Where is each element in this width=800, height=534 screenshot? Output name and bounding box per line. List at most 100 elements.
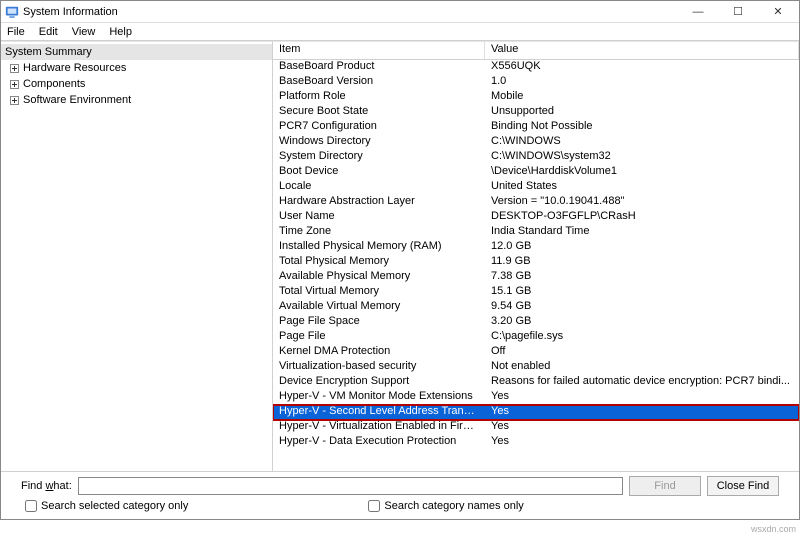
- cell-item: Available Virtual Memory: [273, 300, 485, 315]
- cell-item: Total Physical Memory: [273, 255, 485, 270]
- table-row[interactable]: Secure Boot StateUnsupported: [273, 105, 799, 120]
- table-row[interactable]: BaseBoard Version1.0: [273, 75, 799, 90]
- cell-item: Hyper-V - Virtualization Enabled in Firm…: [273, 420, 485, 435]
- category-tree[interactable]: System Summary Hardware Resources Compone…: [1, 42, 273, 471]
- find-bar: Find what: Find Close Find Search select…: [1, 471, 799, 519]
- tree-item-label: Software Environment: [23, 94, 131, 106]
- tree-item-label: Components: [23, 78, 85, 90]
- cell-item: Kernel DMA Protection: [273, 345, 485, 360]
- table-row[interactable]: Installed Physical Memory (RAM)12.0 GB: [273, 240, 799, 255]
- cell-item: Device Encryption Support: [273, 375, 485, 390]
- table-row[interactable]: Available Virtual Memory9.54 GB: [273, 300, 799, 315]
- expand-icon[interactable]: [9, 63, 20, 74]
- table-row[interactable]: LocaleUnited States: [273, 180, 799, 195]
- cell-value: Yes: [485, 405, 799, 420]
- cell-item: BaseBoard Version: [273, 75, 485, 90]
- cell-value: 7.38 GB: [485, 270, 799, 285]
- cell-value: DESKTOP-O3FGFLP\CRasH: [485, 210, 799, 225]
- table-row[interactable]: System DirectoryC:\WINDOWS\system32: [273, 150, 799, 165]
- chk-category-names-label: Search category names only: [384, 500, 523, 512]
- cell-value: C:\pagefile.sys: [485, 330, 799, 345]
- tree-root-system-summary[interactable]: System Summary: [1, 44, 272, 60]
- window-controls: — ☐ ✕: [685, 4, 795, 20]
- cell-value: C:\WINDOWS: [485, 135, 799, 150]
- chk-category-names[interactable]: [368, 500, 380, 512]
- table-row[interactable]: Hyper-V - Virtualization Enabled in Firm…: [273, 420, 799, 435]
- close-button[interactable]: ✕: [765, 4, 791, 20]
- cell-item: Page File Space: [273, 315, 485, 330]
- cell-item: BaseBoard Product: [273, 60, 485, 75]
- cell-item: Virtualization-based security: [273, 360, 485, 375]
- cell-item: Hardware Abstraction Layer: [273, 195, 485, 210]
- table-row[interactable]: Platform RoleMobile: [273, 90, 799, 105]
- table-row[interactable]: BaseBoard ProductX556UQK: [273, 60, 799, 75]
- table-row[interactable]: Kernel DMA ProtectionOff: [273, 345, 799, 360]
- table-row[interactable]: User NameDESKTOP-O3FGFLP\CRasH: [273, 210, 799, 225]
- cell-item: Hyper-V - Data Execution Protection: [273, 435, 485, 450]
- cell-item: Windows Directory: [273, 135, 485, 150]
- search-selected-category-checkbox[interactable]: Search selected category only: [25, 500, 188, 512]
- cell-value: Yes: [485, 420, 799, 435]
- cell-item: Installed Physical Memory (RAM): [273, 240, 485, 255]
- cell-item: Hyper-V - Second Level Address Translati…: [273, 405, 485, 420]
- cell-item: PCR7 Configuration: [273, 120, 485, 135]
- table-row[interactable]: Total Physical Memory11.9 GB: [273, 255, 799, 270]
- find-input[interactable]: [78, 477, 623, 495]
- maximize-button[interactable]: ☐: [725, 4, 751, 20]
- tree-item[interactable]: Components: [1, 76, 272, 92]
- table-row[interactable]: Hyper-V - VM Monitor Mode ExtensionsYes: [273, 390, 799, 405]
- expand-icon[interactable]: [9, 79, 20, 90]
- cell-value: United States: [485, 180, 799, 195]
- system-information-window: System Information — ☐ ✕ File Edit View …: [0, 0, 800, 520]
- cell-value: X556UQK: [485, 60, 799, 75]
- tree-item-label: Hardware Resources: [23, 62, 126, 74]
- minimize-button[interactable]: —: [685, 4, 711, 20]
- cell-value: 15.1 GB: [485, 285, 799, 300]
- menu-edit[interactable]: Edit: [37, 26, 60, 38]
- table-row[interactable]: Total Virtual Memory15.1 GB: [273, 285, 799, 300]
- table-row[interactable]: PCR7 ConfigurationBinding Not Possible: [273, 120, 799, 135]
- tree-item[interactable]: Hardware Resources: [1, 60, 272, 76]
- menu-file[interactable]: File: [5, 26, 27, 38]
- app-icon: [5, 5, 19, 19]
- table-row[interactable]: Time ZoneIndia Standard Time: [273, 225, 799, 240]
- cell-item: Available Physical Memory: [273, 270, 485, 285]
- cell-value: 3.20 GB: [485, 315, 799, 330]
- column-header-value[interactable]: Value: [485, 42, 799, 59]
- table-row[interactable]: Device Encryption SupportReasons for fai…: [273, 375, 799, 390]
- expand-icon[interactable]: [9, 95, 20, 106]
- column-header-item[interactable]: Item: [273, 42, 485, 59]
- cell-value: Not enabled: [485, 360, 799, 375]
- main-body: System Summary Hardware Resources Compone…: [1, 41, 799, 471]
- cell-value: Binding Not Possible: [485, 120, 799, 135]
- chk-selected-category[interactable]: [25, 500, 37, 512]
- grid-body[interactable]: BaseBoard ProductX556UQKBaseBoard Versio…: [273, 60, 799, 471]
- tree-item[interactable]: Software Environment: [1, 92, 272, 108]
- find-label: Find what:: [21, 480, 72, 492]
- table-row[interactable]: Hardware Abstraction LayerVersion = "10.…: [273, 195, 799, 210]
- table-row[interactable]: Windows DirectoryC:\WINDOWS: [273, 135, 799, 150]
- search-category-names-checkbox[interactable]: Search category names only: [368, 500, 523, 512]
- table-row[interactable]: Hyper-V - Second Level Address Translati…: [273, 405, 799, 420]
- find-button[interactable]: Find: [629, 476, 701, 496]
- menu-view[interactable]: View: [70, 26, 98, 38]
- cell-item: Boot Device: [273, 165, 485, 180]
- grid-header: Item Value: [273, 42, 799, 60]
- cell-value: Yes: [485, 390, 799, 405]
- table-row[interactable]: Page File Space3.20 GB: [273, 315, 799, 330]
- table-row[interactable]: Boot Device\Device\HarddiskVolume1: [273, 165, 799, 180]
- details-pane: Item Value BaseBoard ProductX556UQKBaseB…: [273, 42, 799, 471]
- table-row[interactable]: Virtualization-based securityNot enabled: [273, 360, 799, 375]
- cell-value: Off: [485, 345, 799, 360]
- menu-help[interactable]: Help: [107, 26, 134, 38]
- close-find-button[interactable]: Close Find: [707, 476, 779, 496]
- table-row[interactable]: Available Physical Memory7.38 GB: [273, 270, 799, 285]
- titlebar[interactable]: System Information — ☐ ✕: [1, 1, 799, 23]
- chk-selected-category-label: Search selected category only: [41, 500, 188, 512]
- cell-value: C:\WINDOWS\system32: [485, 150, 799, 165]
- table-row[interactable]: Hyper-V - Data Execution ProtectionYes: [273, 435, 799, 450]
- cell-item: Locale: [273, 180, 485, 195]
- window-title: System Information: [23, 6, 685, 18]
- table-row[interactable]: Page FileC:\pagefile.sys: [273, 330, 799, 345]
- cell-value: \Device\HarddiskVolume1: [485, 165, 799, 180]
